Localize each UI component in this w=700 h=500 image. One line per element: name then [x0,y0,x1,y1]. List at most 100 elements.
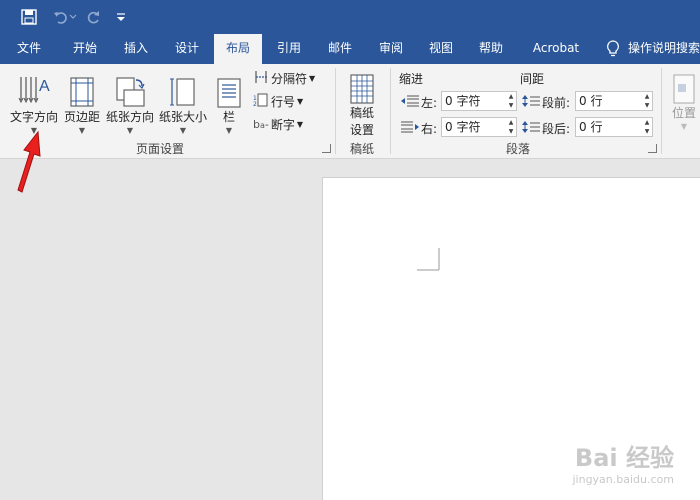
manuscript-label-line2: 设置 [349,123,374,137]
size-button[interactable]: 纸张大小 ▼ [158,70,208,135]
svg-text:A: A [39,78,50,95]
orientation-button[interactable]: 纸张方向 ▼ [104,70,156,135]
document-page[interactable]: Bai 经验 jingyan.baidu.com [322,177,700,500]
chevron-down-icon: ▼ [78,126,86,135]
chevron-down-icon: ▼ [225,126,233,135]
tab-mailings[interactable]: 邮件 [319,34,361,64]
indent-left-value: 0 字符 [445,94,481,108]
line-numbers-label: 行号 [271,95,296,109]
breaks-button[interactable]: 分隔符 ▼ [253,70,315,87]
spacing-before-text: 段前: [542,96,571,110]
tab-references[interactable]: 引用 [268,34,310,64]
tab-acrobat[interactable]: Acrobat [526,34,586,64]
line-numbers-icon: 12 [253,93,269,110]
position-label: 位置 [671,106,696,120]
ribbon-tabs: 文件 开始 插入 设计 布局 引用 邮件 审阅 视图 帮助 Acrobat 操作… [0,34,700,64]
tab-insert[interactable]: 插入 [115,34,157,64]
tab-help[interactable]: 帮助 [470,34,512,64]
spacing-before-value: 0 行 [579,94,603,108]
margins-icon [62,70,102,108]
ribbon: A 文字方向 ▼ 页边距 ▼ 纸张方向 ▼ 纸张大小 ▼ 栏 ▼ 分隔符 ▼ 1… [0,64,700,159]
indent-right-value: 0 字符 [445,120,481,134]
chevron-down-icon: ▼ [126,126,134,135]
orientation-label: 纸张方向 [105,110,154,124]
tab-file[interactable]: 文件 [8,34,50,64]
indent-left-label: 左: [401,94,437,111]
position-icon [668,70,700,104]
breaks-icon [253,70,269,87]
chevron-down-icon: ▼ [179,126,187,135]
indent-right-input[interactable]: 0 字符 ▲ ▼ [441,117,517,137]
spinner-arrows-icon[interactable]: ▲ ▼ [506,118,516,136]
document-area: Bai 经验 jingyan.baidu.com [0,160,700,500]
manuscript-group-label: 稿纸 [349,142,374,156]
page-setup-dialog-launcher[interactable] [322,144,331,153]
title-bar [0,0,700,34]
indent-left-input[interactable]: 0 字符 ▲ ▼ [441,91,517,111]
spinner-arrows-icon[interactable]: ▲ ▼ [642,92,652,110]
line-numbers-button[interactable]: 12 行号 ▼ [253,93,303,110]
group-divider [335,68,336,154]
spacing-after-label: 段后: [522,120,570,137]
text-direction-button[interactable]: A 文字方向 ▼ [8,70,60,135]
spacing-header: 间距 [520,72,545,86]
hyphenation-button[interactable]: ba- 断字 ▼ [253,116,303,133]
margins-label: 页边距 [63,110,100,124]
indent-header: 缩进 [399,72,424,86]
text-direction-icon: A [8,70,60,108]
group-divider [390,68,391,154]
tab-view[interactable]: 视图 [420,34,462,64]
tab-home[interactable]: 开始 [64,34,106,64]
spacing-after-icon [522,120,540,137]
indent-right-text: 右: [421,122,438,136]
orientation-icon [104,70,156,108]
margin-corner-mark [417,248,440,271]
watermark: Bai 经验 jingyan.baidu.com [572,438,674,486]
svg-text:2: 2 [253,101,257,107]
columns-label: 栏 [222,110,235,124]
customize-qat-icon[interactable] [110,6,132,28]
paragraph-dialog-launcher[interactable] [648,144,657,153]
spacing-before-input[interactable]: 0 行 ▲ ▼ [575,91,653,111]
indent-right-label: 右: [401,120,437,137]
page-setup-group-label: 页面设置 [135,142,184,156]
tab-layout[interactable]: 布局 [214,34,262,64]
size-label: 纸张大小 [158,110,207,124]
spacing-after-text: 段后: [542,122,571,136]
tab-design[interactable]: 设计 [166,34,208,64]
manuscript-icon [342,70,382,104]
columns-button[interactable]: 栏 ▼ [214,70,244,135]
paragraph-group-label: 段落 [505,142,530,156]
lightbulb-icon[interactable] [606,40,620,61]
undo-dropdown-icon[interactable] [68,6,78,28]
chevron-down-icon: ▼ [297,97,304,106]
tab-review[interactable]: 审阅 [370,34,412,64]
watermark-sub: jingyan.baidu.com [572,473,674,486]
position-button[interactable]: 位置 ▼ [668,70,700,131]
annotation-arrow-icon [17,130,41,193]
indent-right-icon [401,121,419,136]
hyphenation-label: 断字 [270,118,295,132]
spacing-before-icon [522,94,540,111]
spacing-after-value: 0 行 [579,120,603,134]
text-direction-label: 文字方向 [9,110,58,124]
redo-icon[interactable] [82,6,104,28]
spacing-after-input[interactable]: 0 行 ▲ ▼ [575,117,653,137]
hyphenation-icon: ba- [253,118,269,131]
spinner-arrows-icon[interactable]: ▲ ▼ [642,118,652,136]
group-divider [661,68,662,154]
indent-left-text: 左: [421,96,438,110]
save-icon[interactable] [18,6,40,28]
columns-icon [214,70,244,108]
chevron-down-icon: ▼ [680,122,688,131]
spinner-arrows-icon[interactable]: ▲ ▼ [506,92,516,110]
manuscript-settings-button[interactable]: 稿纸 设置 [342,70,382,138]
breaks-label: 分隔符 [271,72,308,86]
tell-me-search[interactable]: 操作说明搜索 [628,34,700,64]
manuscript-label-line1: 稿纸 [349,106,374,120]
chevron-down-icon: ▼ [309,74,316,83]
indent-left-icon [401,95,419,110]
margins-button[interactable]: 页边距 ▼ [62,70,102,135]
chevron-down-icon: ▼ [296,120,304,129]
watermark-main: Bai 经验 [574,444,674,472]
